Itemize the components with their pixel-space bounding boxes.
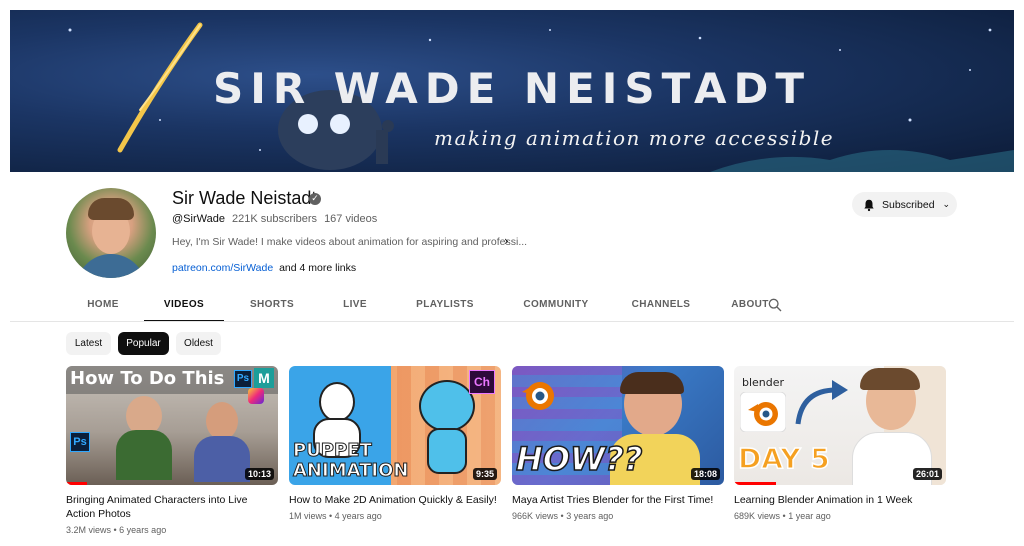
upload-age: 4 years ago: [334, 511, 382, 521]
video-title[interactable]: How to Make 2D Animation Quickly & Easil…: [289, 493, 501, 507]
bell-icon: [864, 199, 874, 211]
character-animator-logo-icon: Ch: [469, 370, 495, 394]
tabs-divider: [10, 321, 1014, 322]
view-count: 689K views: [734, 511, 781, 521]
maya-logo-icon: M: [254, 368, 274, 388]
chip-popular[interactable]: Popular: [118, 332, 169, 355]
video-card[interactable]: blender DAY 5 26:01 Learning Blender Ani…: [734, 366, 946, 521]
subscribed-label: Subscribed: [882, 198, 935, 211]
video-title[interactable]: Bringing Animated Characters into Live A…: [66, 493, 278, 521]
channel-handle: @SirWade: [172, 213, 225, 225]
verified-check-icon: ✓: [309, 193, 321, 205]
tab-shorts[interactable]: SHORTS: [236, 292, 308, 322]
photoshop-logo-icon: Ps: [234, 370, 252, 388]
blender-logo-icon: [740, 392, 786, 432]
blender-wordmark: blender: [742, 376, 785, 389]
more-links-button[interactable]: and 4 more links: [279, 262, 356, 274]
photoshop-logo-icon-2: Ps: [70, 432, 90, 452]
video-meta: 966K views • 3 years ago: [512, 511, 614, 521]
video-card[interactable]: HOW?? 18:08 Maya Artist Tries Blender fo…: [512, 366, 724, 521]
thumbnail-text: DAY 5: [737, 441, 830, 476]
video-card[interactable]: How To Do This Ps M Ps 10:13 Bringing An…: [66, 366, 278, 535]
tab-channels[interactable]: CHANNELS: [618, 292, 704, 322]
video-count: 167 videos: [324, 213, 378, 225]
chevron-right-icon[interactable]: ›: [504, 234, 509, 248]
video-duration: 10:13: [244, 468, 274, 480]
video-duration: 18:08: [690, 468, 720, 480]
subscribed-button[interactable]: Subscribed ⌄: [852, 192, 957, 217]
channel-description[interactable]: Hey, I'm Sir Wade! I make videos about a…: [172, 236, 527, 248]
channel-meta: @SirWade 221K subscribers 167 videos: [172, 213, 381, 225]
thumbnail-text: How To Do This: [70, 368, 225, 389]
chip-latest[interactable]: Latest: [66, 332, 111, 355]
view-count: 966K views: [512, 511, 559, 521]
subscriber-count: 221K subscribers: [232, 213, 317, 225]
upload-age: 6 years ago: [119, 525, 167, 535]
watch-progress-bar: [66, 482, 87, 485]
video-thumbnail[interactable]: blender DAY 5 26:01: [734, 366, 946, 485]
channel-tabs: HOME VIDEOS SHORTS LIVE PLAYLISTS COMMUN…: [70, 292, 780, 322]
video-title[interactable]: Learning Blender Animation in 1 Week: [734, 493, 946, 507]
patreon-link[interactable]: patreon.com/SirWade: [172, 262, 273, 274]
video-meta: 1M views • 4 years ago: [289, 511, 382, 521]
upload-age: 3 years ago: [566, 511, 614, 521]
video-title[interactable]: Maya Artist Tries Blender for the First …: [512, 493, 724, 507]
view-count: 3.2M views: [66, 525, 112, 535]
thumbnail-text-animation: ANIMATION: [292, 460, 409, 482]
banner-title: SIR WADE NEISTADT: [212, 64, 812, 113]
tab-community[interactable]: COMMUNITY: [508, 292, 604, 322]
thumbnail-text-puppet: PUPPET: [293, 440, 373, 462]
channel-name: Sir Wade Neistadt: [172, 188, 317, 208]
video-thumbnail[interactable]: How To Do This Ps M Ps 10:13: [66, 366, 278, 485]
video-duration: 9:35: [472, 468, 497, 480]
chevron-down-icon: ⌄: [942, 199, 951, 210]
upload-age: 1 year ago: [788, 511, 831, 521]
tab-live[interactable]: LIVE: [328, 292, 382, 322]
arrow-icon: [795, 380, 848, 425]
video-thumbnail[interactable]: HOW?? 18:08: [512, 366, 724, 485]
video-card[interactable]: Ch PUPPET ANIMATION 9:35 How to Make 2D …: [289, 366, 501, 521]
video-duration: 26:01: [912, 468, 942, 480]
video-meta: 3.2M views • 6 years ago: [66, 525, 167, 535]
channel-banner: SIR WADE NEISTADT making animation more …: [10, 10, 1014, 172]
video-meta: 689K views • 1 year ago: [734, 511, 831, 521]
banner-tagline: making animation more accessible: [434, 126, 835, 150]
channel-links: patreon.com/SirWade and 4 more links: [172, 262, 356, 274]
blender-logo-icon: [522, 382, 554, 410]
tab-playlists[interactable]: PLAYLISTS: [404, 292, 486, 322]
watch-progress-bar: [734, 482, 776, 485]
channel-avatar[interactable]: [66, 188, 156, 278]
view-count: 1M views: [289, 511, 327, 521]
search-icon[interactable]: [767, 297, 783, 313]
instagram-icon: [248, 388, 264, 404]
thumbnail-text: HOW??: [515, 439, 643, 479]
video-thumbnail[interactable]: Ch PUPPET ANIMATION 9:35: [289, 366, 501, 485]
tab-videos[interactable]: VIDEOS: [144, 292, 224, 322]
tab-home[interactable]: HOME: [70, 292, 136, 322]
chip-oldest[interactable]: Oldest: [176, 332, 221, 355]
